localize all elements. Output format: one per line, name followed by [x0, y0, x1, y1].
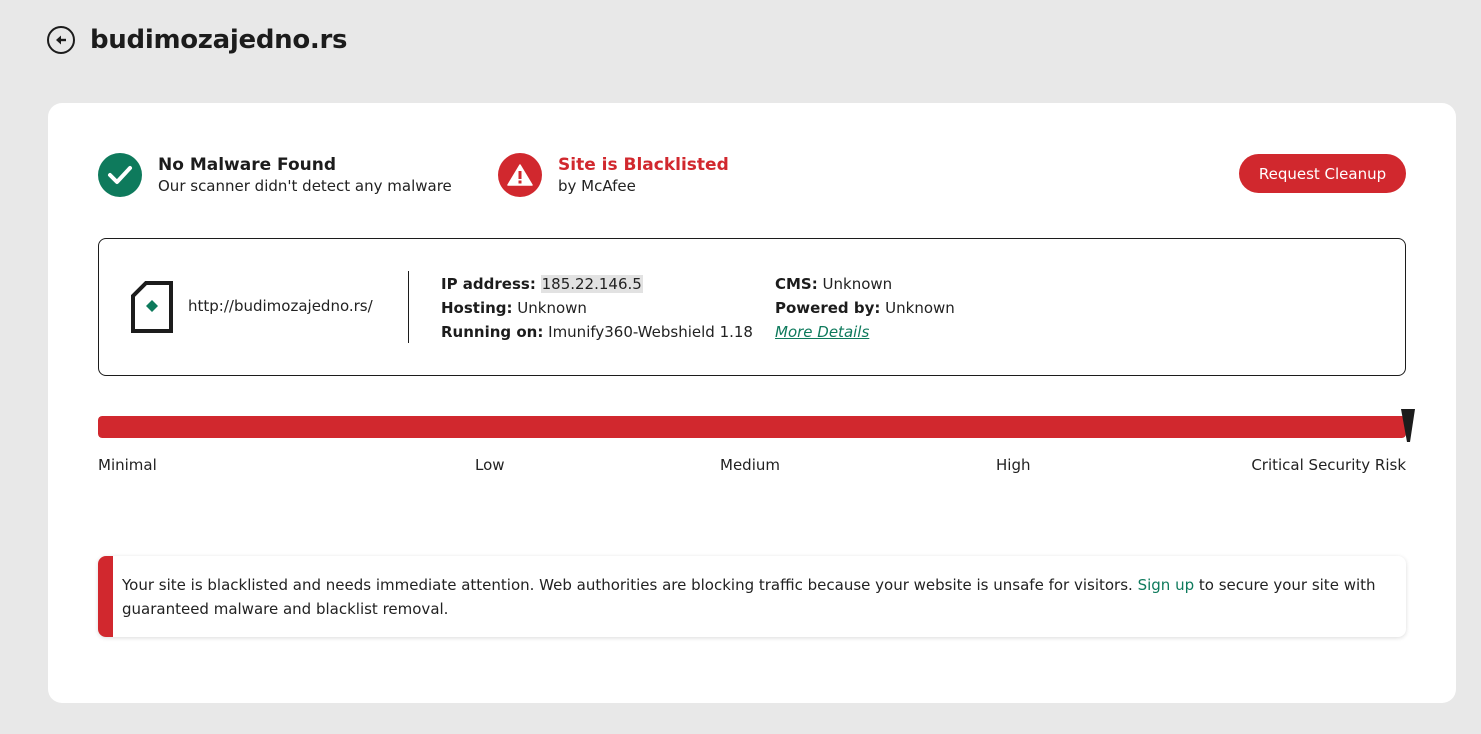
status-row: No Malware Found Our scanner didn't dete…: [98, 153, 1406, 205]
request-cleanup-button[interactable]: Request Cleanup: [1239, 154, 1406, 193]
cms-label: CMS:: [775, 275, 818, 293]
server-details: IP address: 185.22.146.5 Hosting: Unknow…: [441, 272, 753, 344]
running-on-row: Running on: Imunify360-Webshield 1.18: [441, 320, 753, 344]
malware-status-subtitle: Our scanner didn't detect any malware: [158, 177, 452, 195]
more-details-link[interactable]: More Details: [775, 323, 869, 341]
risk-label-critical: Critical Security Risk: [1251, 456, 1406, 474]
malware-status-title: No Malware Found: [158, 155, 337, 175]
arrow-left-circle-icon: [53, 32, 69, 48]
risk-label-minimal: Minimal: [98, 456, 157, 474]
cms-details: CMS: Unknown Powered by: Unknown More De…: [775, 272, 955, 344]
powered-by-value: Unknown: [885, 299, 955, 317]
ip-label: IP address:: [441, 275, 536, 293]
page-title: budimozajedno.rs: [90, 25, 348, 55]
risk-label-low: Low: [475, 456, 505, 474]
blacklist-status-subtitle: by McAfee: [558, 177, 636, 195]
site-file-icon: [131, 281, 173, 337]
hosting-row: Hosting: Unknown: [441, 296, 753, 320]
hosting-value: Unknown: [517, 299, 587, 317]
alert-text-before: Your site is blacklisted and needs immed…: [122, 576, 1133, 594]
running-on-label: Running on:: [441, 323, 544, 341]
powered-by-row: Powered by: Unknown: [775, 296, 955, 320]
risk-meter: [98, 409, 1415, 442]
info-divider: [408, 271, 409, 343]
hosting-label: Hosting:: [441, 299, 513, 317]
alert-strip: [98, 556, 113, 637]
cms-row: CMS: Unknown: [775, 272, 955, 296]
cms-value: Unknown: [822, 275, 893, 293]
blacklist-status: Site is Blacklisted by McAfee: [498, 153, 729, 197]
risk-label-high: High: [996, 456, 1031, 474]
risk-labels: Minimal Low Medium High Critical Securit…: [98, 456, 1406, 480]
alert-message: Your site is blacklisted and needs immed…: [122, 573, 1376, 621]
ip-value: 185.22.146.5: [540, 275, 643, 293]
signup-link[interactable]: Sign up: [1138, 576, 1195, 594]
back-button[interactable]: [47, 26, 75, 54]
site-info-box: http://budimozajedno.rs/ IP address: 185…: [98, 238, 1406, 376]
risk-fill: [98, 416, 1406, 438]
risk-label-medium: Medium: [720, 456, 780, 474]
scan-result-card: No Malware Found Our scanner didn't dete…: [48, 103, 1456, 703]
running-on-value: Imunify360-Webshield 1.18: [548, 323, 753, 341]
check-circle-icon: [98, 153, 142, 197]
malware-status: No Malware Found Our scanner didn't dete…: [98, 153, 452, 197]
ip-row: IP address: 185.22.146.5: [441, 272, 753, 296]
powered-by-label: Powered by:: [775, 299, 881, 317]
site-url: http://budimozajedno.rs/: [188, 297, 373, 315]
risk-marker-icon: [1400, 408, 1416, 448]
blacklist-alert: Your site is blacklisted and needs immed…: [98, 556, 1406, 637]
blacklist-status-title: Site is Blacklisted: [558, 155, 729, 175]
warning-circle-icon: [498, 153, 542, 197]
page-header: budimozajedno.rs: [47, 22, 347, 58]
risk-track: [98, 416, 1406, 438]
